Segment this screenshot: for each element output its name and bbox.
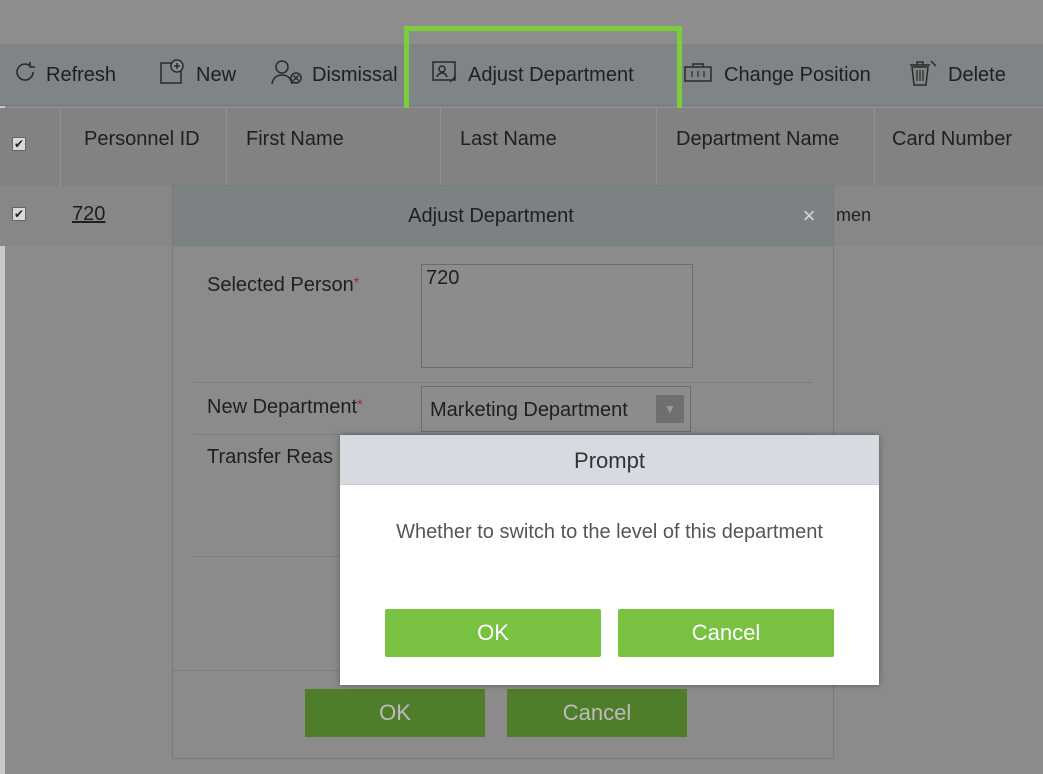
dismiss-user-icon <box>270 58 304 92</box>
header-department-name[interactable]: Department Name <box>676 128 839 151</box>
change-position-label: Change Position <box>724 63 871 86</box>
header-personnel-id[interactable]: Personnel ID <box>84 128 200 151</box>
new-department-value: Marketing Department <box>430 399 628 421</box>
prompt-title-bar: Prompt <box>340 435 879 485</box>
dialog-title: Adjust Department <box>408 205 574 227</box>
selected-person-field[interactable]: 720 <box>421 264 693 368</box>
dismissal-button[interactable]: Dismissal <box>270 58 402 92</box>
column-separator <box>874 108 875 186</box>
chevron-down-icon[interactable]: ▼ <box>656 395 684 423</box>
refresh-icon <box>12 59 38 91</box>
refresh-button[interactable]: Refresh <box>12 58 116 92</box>
add-icon <box>158 58 188 92</box>
department-cell: men <box>836 205 872 225</box>
delete-button[interactable]: Delete <box>906 58 1006 92</box>
prompt-message: Whether to switch to the level of this d… <box>396 521 823 543</box>
refresh-label: Refresh <box>46 63 117 86</box>
dialog-title-bar: Adjust Department × <box>173 186 833 246</box>
selected-person-label: Selected Person* <box>207 274 360 296</box>
delete-label: Delete <box>948 63 1006 86</box>
dialog-ok-button[interactable]: OK <box>305 689 485 737</box>
row-checkbox[interactable]: ✔ <box>12 207 26 221</box>
change-position-icon <box>682 59 716 91</box>
prompt-title: Prompt <box>574 448 645 473</box>
column-separator <box>440 108 441 186</box>
header-last-name[interactable]: Last Name <box>460 128 557 151</box>
new-button[interactable]: New <box>158 58 236 92</box>
header-first-name[interactable]: First Name <box>246 128 344 151</box>
prompt-ok-button[interactable]: OK <box>385 609 601 657</box>
divider <box>193 382 813 383</box>
prompt-dialog: Prompt Whether to switch to the level of… <box>340 435 879 685</box>
prompt-cancel-button[interactable]: Cancel <box>618 609 834 657</box>
personnel-id-link[interactable]: 720 <box>72 203 105 226</box>
close-icon[interactable]: × <box>797 204 821 228</box>
delete-icon <box>906 57 940 93</box>
new-department-label: New Department* <box>207 396 363 418</box>
change-position-button[interactable]: Change Position <box>682 58 871 92</box>
new-department-select[interactable]: Marketing Department ▼ <box>421 386 691 432</box>
column-separator <box>656 108 657 186</box>
new-label: New <box>196 63 237 86</box>
transfer-reason-label: Transfer Reas <box>207 446 333 468</box>
dismissal-label: Dismissal <box>312 63 398 86</box>
select-all-checkbox[interactable]: ✔ <box>12 137 26 151</box>
column-separator <box>60 108 61 186</box>
header-card-number[interactable]: Card Number <box>892 128 1012 151</box>
dialog-cancel-button[interactable]: Cancel <box>507 689 687 737</box>
column-separator <box>226 108 227 186</box>
